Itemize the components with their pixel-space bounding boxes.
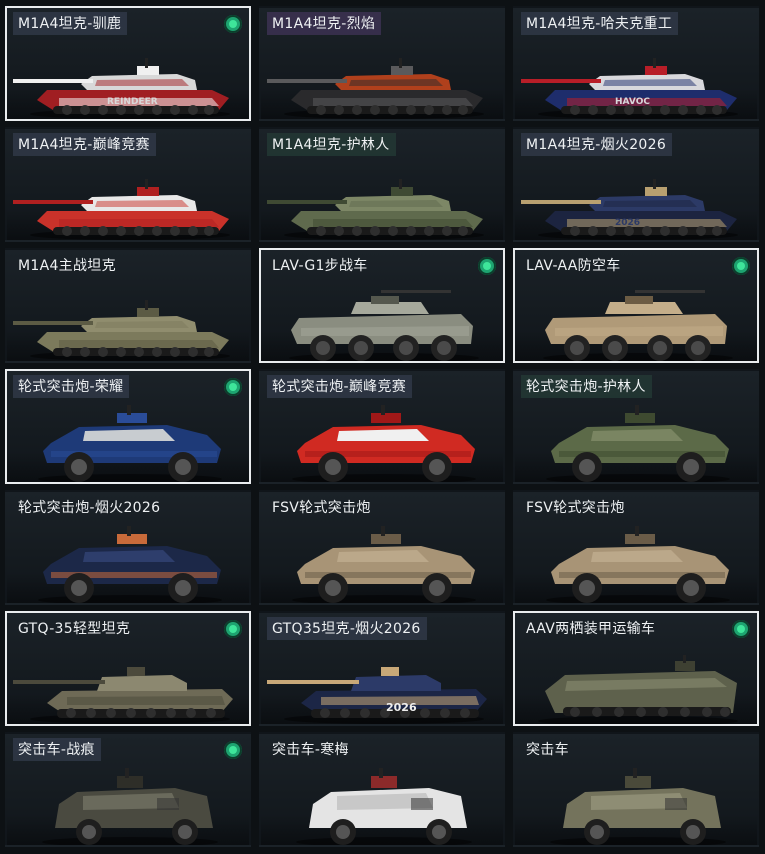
- vehicle-image: REINDEER: [13, 58, 230, 119]
- vehicle-skin-name: M1A4坦克-驯鹿: [13, 12, 128, 35]
- equipped-status-icon: [732, 257, 750, 275]
- vehicle-skin-card[interactable]: 轮式突击炮-巅峰竞赛: [259, 369, 505, 484]
- vehicle-skin-card[interactable]: 突击车: [513, 732, 759, 847]
- vehicle-skin-card[interactable]: M1A4主战坦克: [5, 248, 251, 363]
- vehicle-skin-card[interactable]: AAV两栖装甲运输车: [513, 611, 759, 726]
- vehicle-skin-name: LAV-AA防空车: [526, 258, 621, 274]
- vehicle-image: [296, 768, 472, 845]
- vehicle-skin-card[interactable]: 突击车-寒梅: [259, 732, 505, 847]
- vehicle-skin-name: M1A4坦克-烟火2026: [521, 133, 673, 156]
- vehicle-image: [546, 405, 730, 482]
- vehicle-image: [289, 290, 479, 361]
- equipped-status-icon: [478, 257, 496, 275]
- equipped-status-icon: [224, 741, 242, 759]
- vehicle-image: [38, 405, 222, 482]
- vehicle-skin-name: 突击车-战痕: [13, 738, 101, 761]
- vehicle-image: [38, 526, 222, 603]
- vehicle-skin-name: 突击车-寒梅: [272, 742, 349, 758]
- equipped-status-icon: [224, 15, 242, 33]
- vehicle-skin-name: GTQ-35轻型坦克: [18, 621, 131, 637]
- vehicle-skin-card[interactable]: GTQ35坦克-烟火2026 2026: [259, 611, 505, 726]
- vehicle-skin-name: LAV-G1步战车: [272, 258, 368, 274]
- svg-text:REINDEER: REINDEER: [107, 97, 158, 107]
- vehicle-image: [538, 655, 738, 724]
- vehicle-image: [13, 179, 230, 240]
- svg-text:2026: 2026: [386, 701, 417, 714]
- vehicle-skin-card[interactable]: 轮式突击炮-荣耀: [5, 369, 251, 484]
- svg-text:2026: 2026: [615, 218, 640, 228]
- equipped-status-icon: [732, 620, 750, 638]
- vehicle-image: [292, 405, 476, 482]
- vehicle-image: 2026: [521, 179, 738, 240]
- vehicle-skin-name: 轮式突击炮-烟火2026: [18, 500, 161, 516]
- vehicle-skin-card[interactable]: 轮式突击炮-烟火2026: [5, 490, 251, 605]
- svg-text:HAVOC: HAVOC: [615, 97, 650, 107]
- vehicle-skin-name: M1A4坦克-烈焰: [267, 12, 382, 35]
- vehicle-skin-card[interactable]: M1A4坦克-烟火2026 2026: [513, 127, 759, 242]
- vehicle-skin-card[interactable]: M1A4坦克-哈夫克重工 HAVOC: [513, 6, 759, 121]
- vehicle-skin-name: 轮式突击炮-护林人: [521, 375, 652, 398]
- vehicle-skin-name: 轮式突击炮-巅峰竞赛: [267, 375, 413, 398]
- vehicle-image: [267, 58, 484, 119]
- vehicle-image: [13, 300, 230, 361]
- vehicle-skin-grid: M1A4坦克-驯鹿 REINDEER M1A4坦克-烈焰 M1A4坦克-哈夫克重工…: [0, 0, 765, 854]
- vehicle-skin-card[interactable]: M1A4坦克-烈焰: [259, 6, 505, 121]
- vehicle-skin-card[interactable]: 轮式突击炮-护林人: [513, 369, 759, 484]
- vehicle-image: [42, 768, 218, 845]
- vehicle-image: [13, 667, 233, 724]
- vehicle-skin-name: 轮式突击炮-荣耀: [13, 375, 130, 398]
- equipped-status-icon: [224, 620, 242, 638]
- vehicle-skin-card[interactable]: LAV-AA防空车: [513, 248, 759, 363]
- vehicle-image: 2026: [267, 667, 487, 724]
- vehicle-skin-name: M1A4坦克-护林人: [267, 133, 396, 156]
- vehicle-image: [267, 179, 484, 240]
- vehicle-image: [546, 526, 730, 603]
- vehicle-image: HAVOC: [521, 58, 738, 119]
- vehicle-skin-card[interactable]: M1A4坦克-护林人: [259, 127, 505, 242]
- vehicle-skin-name: GTQ35坦克-烟火2026: [267, 617, 427, 640]
- vehicle-skin-card[interactable]: M1A4坦克-巅峰竞赛: [5, 127, 251, 242]
- vehicle-image: [292, 526, 476, 603]
- vehicle-skin-card[interactable]: LAV-G1步战车: [259, 248, 505, 363]
- vehicle-skin-name: FSV轮式突击炮: [526, 500, 625, 516]
- vehicle-skin-name: FSV轮式突击炮: [272, 500, 371, 516]
- vehicle-skin-card[interactable]: FSV轮式突击炮: [513, 490, 759, 605]
- vehicle-skin-name: AAV两栖装甲运输车: [526, 621, 656, 637]
- vehicle-skin-card[interactable]: 突击车-战痕: [5, 732, 251, 847]
- vehicle-image: [543, 290, 733, 361]
- vehicle-skin-name: M1A4坦克-哈夫克重工: [521, 12, 679, 35]
- vehicle-skin-card[interactable]: M1A4坦克-驯鹿 REINDEER: [5, 6, 251, 121]
- vehicle-skin-name: M1A4坦克-巅峰竞赛: [13, 133, 156, 156]
- vehicle-image: [550, 768, 726, 845]
- vehicle-skin-card[interactable]: FSV轮式突击炮: [259, 490, 505, 605]
- vehicle-skin-card[interactable]: GTQ-35轻型坦克: [5, 611, 251, 726]
- vehicle-skin-name: 突击车: [526, 742, 569, 758]
- equipped-status-icon: [224, 378, 242, 396]
- vehicle-skin-name: M1A4主战坦克: [18, 258, 116, 274]
